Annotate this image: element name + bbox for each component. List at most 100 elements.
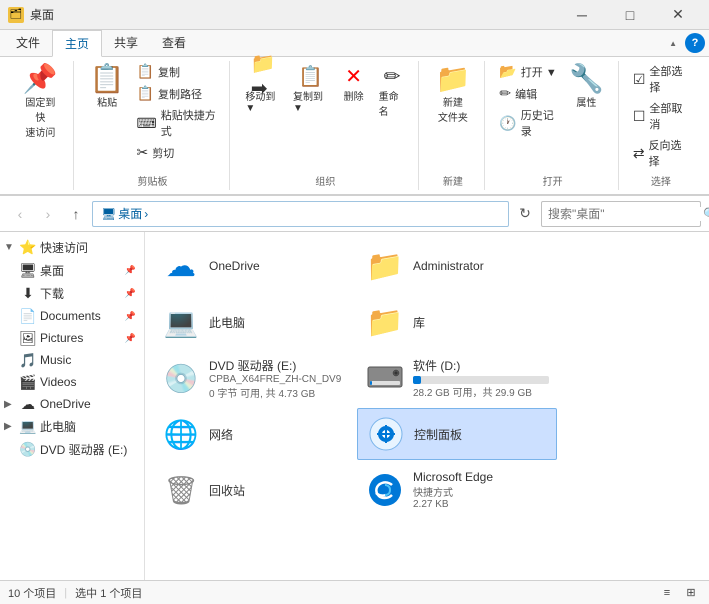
file-item-edge[interactable]: Microsoft Edge 快捷方式 2.27 KB bbox=[357, 464, 557, 516]
path-icon: 🖥 bbox=[101, 207, 116, 221]
file-item-driveD[interactable]: 软件 (D:) 28.2 GB 可用，共 29.9 GB bbox=[357, 352, 557, 404]
new-folder-icon: 📁 bbox=[435, 65, 470, 93]
library-file-name: 库 bbox=[413, 314, 549, 331]
file-item-controlpanel[interactable]: 控制面板 bbox=[357, 408, 557, 460]
thispc-label: 此电脑 bbox=[40, 418, 76, 435]
sidebar-item-onedrive[interactable]: ▶ ☁ OneDrive bbox=[0, 393, 144, 415]
downloads-label: 下载 bbox=[40, 285, 64, 302]
ribbon-content: 📌 固定到快速访问 📋 粘贴 📋 复制 bbox=[0, 57, 709, 195]
drive-d-svg bbox=[366, 359, 404, 397]
delete-button[interactable]: ✕ 删除 bbox=[336, 61, 372, 106]
tab-file[interactable]: 文件 bbox=[4, 30, 52, 56]
recycle-file-icon: 🗑 bbox=[161, 470, 201, 510]
invert-select-button[interactable]: ⇄ 反向选择 bbox=[629, 135, 693, 171]
open-button[interactable]: 📂 打开 ▼ bbox=[495, 61, 561, 82]
file-item-dvd[interactable]: 💿 DVD 驱动器 (E:) CPBA_X64FRE_ZH-CN_DV9 0 字… bbox=[153, 352, 353, 404]
quick-access-label: 快速访问 bbox=[40, 239, 88, 256]
title-bar-buttons: ─ □ ✕ bbox=[559, 0, 701, 30]
move-to-button[interactable]: 📁➡ 移动到▼ bbox=[240, 61, 286, 117]
list-view-button[interactable]: ≡ bbox=[657, 583, 677, 603]
downloads-pin-icon: 📌 bbox=[125, 288, 136, 299]
copy-button[interactable]: 📋 复制 bbox=[133, 61, 222, 82]
file-item-thispc[interactable]: 💻 此电脑 bbox=[153, 296, 353, 348]
ribbon: 文件 主页 共享 查看 ▲ ? 📌 固定到快速访问 📋 bbox=[0, 30, 709, 196]
file-item-onedrive[interactable]: ☁ OneDrive bbox=[153, 240, 353, 292]
clipboard-label: 剪贴板 bbox=[138, 173, 168, 188]
downloads-icon: ⬇ bbox=[20, 286, 36, 302]
forward-button[interactable]: › bbox=[36, 202, 60, 226]
ribbon-group-open: 📂 打开 ▼ ✏ 编辑 🕐 历史记录 🔧 属性 bbox=[487, 61, 618, 190]
tab-share[interactable]: 共享 bbox=[102, 30, 150, 56]
pictures-icon: 🖼 bbox=[20, 330, 36, 346]
sidebar-item-downloads[interactable]: ⬇ 下载 📌 bbox=[0, 282, 144, 305]
edit-icon: ✏ bbox=[499, 85, 511, 102]
clipboard-small-col: 📋 复制 📋 复制路径 ⌨ 粘贴快捷方式 ✂ 剪切 bbox=[133, 61, 222, 163]
file-item-admin[interactable]: 📁 Administrator bbox=[357, 240, 557, 292]
copy-to-icon: 📋 bbox=[299, 64, 323, 88]
history-button[interactable]: 🕐 历史记录 bbox=[495, 105, 561, 141]
file-item-library[interactable]: 📁 库 bbox=[357, 296, 557, 348]
refresh-button[interactable]: ↻ bbox=[513, 202, 537, 226]
paste-label: 粘贴 bbox=[97, 94, 117, 109]
driveD-bar-fill bbox=[413, 376, 421, 384]
rename-button[interactable]: ✏ 重命名 bbox=[374, 61, 411, 121]
sidebar-item-desktop[interactable]: 🖥 桌面 📌 bbox=[0, 259, 144, 282]
close-button[interactable]: ✕ bbox=[655, 0, 701, 30]
address-field[interactable]: 🖥 桌面 › bbox=[92, 201, 509, 227]
grid-view-button[interactable]: ⊞ bbox=[681, 583, 701, 603]
ribbon-group-clipboard: 📋 粘贴 📋 复制 📋 复制路径 ⌨ 粘贴快捷方式 bbox=[76, 61, 231, 190]
status-separator: | bbox=[64, 587, 67, 599]
minimize-button[interactable]: ─ bbox=[559, 0, 605, 30]
sidebar-item-videos[interactable]: 🎬 Videos bbox=[0, 371, 144, 393]
properties-button[interactable]: 🔧 属性 bbox=[563, 61, 610, 113]
copy-to-button[interactable]: 📋 复制到▼ bbox=[288, 61, 334, 117]
sidebar-item-quick-access[interactable]: ▼ ⭐ 快速访问 bbox=[0, 236, 144, 259]
dvd-file-name: DVD 驱动器 (E:) bbox=[209, 357, 345, 374]
sidebar-item-music[interactable]: 🎵 Music bbox=[0, 349, 144, 371]
open-col: 📂 打开 ▼ ✏ 编辑 🕐 历史记录 bbox=[495, 61, 561, 141]
up-button[interactable]: ↑ bbox=[64, 202, 88, 226]
item-count: 10 个项目 bbox=[8, 585, 56, 601]
new-buttons: 📁 新建文件夹 bbox=[429, 61, 476, 171]
paste-button[interactable]: 📋 粘贴 bbox=[84, 61, 131, 113]
search-box[interactable]: 🔍 bbox=[541, 201, 701, 227]
edit-button[interactable]: ✏ 编辑 bbox=[495, 83, 561, 104]
open-buttons: 📂 打开 ▼ ✏ 编辑 🕐 历史记录 🔧 属性 bbox=[495, 61, 609, 171]
file-item-recycle[interactable]: 🗑 回收站 bbox=[153, 464, 353, 516]
ribbon-group-organize: 📁➡ 移动到▼ 📋 复制到▼ ✕ 删除 ✏ 重命名 组织 bbox=[232, 61, 419, 190]
select-all-button[interactable]: ☑ 全部选择 bbox=[629, 61, 693, 97]
rename-icon: ✏ bbox=[380, 64, 404, 88]
cut-button[interactable]: ✂ 剪切 bbox=[133, 142, 222, 163]
sidebar-item-dvd[interactable]: 💿 DVD 驱动器 (E:) bbox=[0, 438, 144, 461]
status-right: ≡ ⊞ bbox=[657, 583, 701, 603]
path-segment[interactable]: 桌面 bbox=[118, 205, 142, 222]
ribbon-group-pin: 📌 固定到快速访问 bbox=[8, 61, 74, 190]
new-folder-button[interactable]: 📁 新建文件夹 bbox=[429, 61, 476, 128]
back-button[interactable]: ‹ bbox=[8, 202, 32, 226]
tab-view[interactable]: 查看 bbox=[150, 30, 198, 56]
network-file-icon: 🌐 bbox=[161, 414, 201, 454]
help-button[interactable]: ? bbox=[685, 33, 705, 53]
controlpanel-file-name: 控制面板 bbox=[414, 426, 548, 443]
sidebar-item-documents[interactable]: 📄 Documents 📌 bbox=[0, 305, 144, 327]
ribbon-chevron[interactable]: ▲ bbox=[669, 39, 677, 48]
select-all-icon: ☑ bbox=[633, 71, 646, 88]
select-none-button[interactable]: ☐ 全部取消 bbox=[629, 98, 693, 134]
driveD-bar bbox=[413, 376, 549, 384]
onedrive-icon: ☁ bbox=[20, 396, 36, 412]
admin-file-name: Administrator bbox=[413, 259, 549, 273]
paste-shortcut-button[interactable]: ⌨ 粘贴快捷方式 bbox=[133, 105, 222, 141]
copy-to-label: 复制到▼ bbox=[293, 88, 329, 114]
search-input[interactable] bbox=[548, 207, 703, 221]
pin-quick-access-button[interactable]: 📌 固定到快速访问 bbox=[16, 61, 65, 143]
file-item-network[interactable]: 🌐 网络 bbox=[153, 408, 353, 460]
driveD-file-info: 软件 (D:) 28.2 GB 可用，共 29.9 GB bbox=[413, 357, 549, 399]
sidebar-item-thispc[interactable]: ▶ 💻 此电脑 bbox=[0, 415, 144, 438]
sidebar-item-pictures[interactable]: 🖼 Pictures 📌 bbox=[0, 327, 144, 349]
dvd-icon: 💿 bbox=[20, 442, 36, 458]
maximize-button[interactable]: □ bbox=[607, 0, 653, 30]
copy-path-button[interactable]: 📋 复制路径 bbox=[133, 83, 222, 104]
tab-home[interactable]: 主页 bbox=[52, 30, 102, 57]
paste-shortcut-icon: ⌨ bbox=[137, 115, 157, 132]
history-label: 历史记录 bbox=[521, 107, 557, 139]
